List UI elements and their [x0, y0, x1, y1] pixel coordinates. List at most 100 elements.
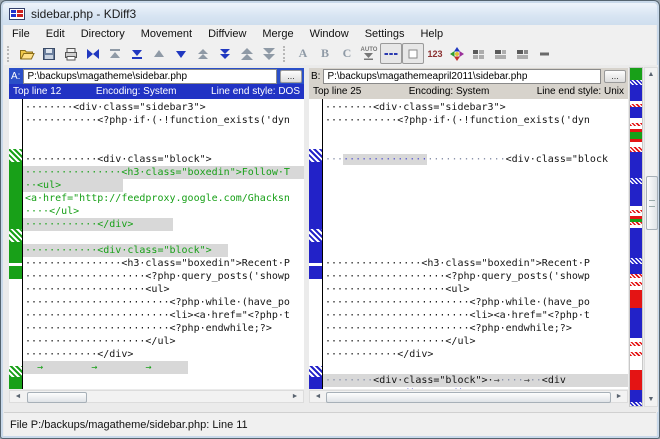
menu-help[interactable]: Help: [412, 27, 451, 41]
diff-indicator-segment: [309, 366, 322, 377]
next-conflict-icon: [220, 48, 230, 59]
goto-next-unsolved-button[interactable]: [258, 43, 280, 64]
overview-bar: [630, 352, 642, 356]
show-window-c-button[interactable]: [512, 43, 534, 64]
vscroll-up-arrow[interactable]: ▲: [645, 68, 657, 81]
toolbar-grip[interactable]: [7, 45, 13, 62]
code-line: ············<?php·if·(·!function_exists(…: [325, 115, 590, 126]
split-orientation-button[interactable]: [446, 43, 468, 64]
overview-bar: [630, 123, 642, 126]
pane-b-browse-button[interactable]: ...: [604, 69, 626, 83]
code-line: ········<div·class="sidebar3">: [325, 102, 506, 113]
auto-advance-button[interactable]: AUTO: [358, 43, 380, 64]
code-line: ························<?php·while·(hav…: [25, 297, 290, 308]
save-button[interactable]: [38, 43, 60, 64]
toolbar-grip[interactable]: [283, 45, 289, 62]
overview-toggle-button[interactable]: [534, 43, 556, 64]
status-bar: File P:/backups/magatheme/sidebar.php: L…: [4, 412, 656, 436]
vscroll-thumb[interactable]: [646, 176, 658, 230]
overview-bar: [630, 370, 642, 390]
pane-a-line-end: Line end style: DOS: [211, 86, 300, 97]
print-button[interactable]: [60, 43, 82, 64]
select-b-button[interactable]: B: [314, 43, 336, 64]
show-whitespace-chars-button[interactable]: [380, 43, 402, 64]
overview-bar: [630, 282, 642, 286]
open-button[interactable]: [16, 43, 38, 64]
show-window-b-button[interactable]: [490, 43, 512, 64]
pane-b-top-line: Top line 25: [313, 86, 362, 97]
hscroll-a-thumb[interactable]: [27, 392, 87, 403]
code-line: ······························<div·class…: [325, 154, 608, 165]
diff-indicator-segment: [9, 162, 22, 229]
menu-merge[interactable]: Merge: [254, 27, 301, 41]
diff-indicator-segment: [9, 366, 22, 377]
goto-prev-unsolved-button[interactable]: [236, 43, 258, 64]
overview-bar: [630, 290, 642, 308]
select-c-button[interactable]: C: [336, 43, 358, 64]
pane-a-text-area[interactable]: ········<div·class="sidebar3"> ··········…: [22, 99, 304, 389]
goto-prev-conflict-button[interactable]: [192, 43, 214, 64]
overview-bar: [630, 210, 642, 213]
menu-edit[interactable]: Edit: [38, 27, 73, 41]
code-line: → → →: [23, 361, 304, 374]
goto-last-delta-button[interactable]: [126, 43, 148, 64]
pane-a-path-input[interactable]: [23, 68, 277, 84]
pane-b-header: B: ...: [309, 68, 628, 84]
pane-a-hscrollbar[interactable]: ◄ ►: [9, 390, 304, 403]
menu-file[interactable]: File: [4, 27, 38, 41]
diff-indicator-segment: [309, 242, 322, 263]
code-line: ········<div·class="block">·→····→··<div: [323, 374, 628, 387]
last-delta-icon: [132, 49, 142, 59]
window-layout-c-icon: [517, 49, 528, 59]
menu-bar: File Edit Directory Movement Diffview Merge Wi…: [4, 25, 656, 43]
next-unsolved-icon: [263, 47, 275, 60]
status-text: File P:/backups/magatheme/sidebar.php: L…: [10, 418, 248, 431]
show-window-a-button[interactable]: [468, 43, 490, 64]
code-line: ············<?php·if·(·!function_exists(…: [25, 115, 290, 126]
diff-content-area: A: ... Top line 12 Encoding: System Line…: [4, 65, 658, 412]
code-line: ····</ul>: [25, 206, 80, 217]
diff-overview-column[interactable]: [629, 67, 643, 407]
diff-indicator-segment: [9, 242, 22, 263]
pane-b-text-area[interactable]: ········<div·class="sidebar3"> ··········…: [322, 99, 628, 389]
show-whitespace-button[interactable]: [402, 43, 424, 64]
code-line: ············<div·class="block">: [25, 154, 212, 165]
vertical-scrollbar[interactable]: ▲ ▼: [644, 67, 658, 407]
window-layout-a-icon: [473, 49, 484, 59]
goto-prev-delta-button[interactable]: [148, 43, 170, 64]
overview-bar: [630, 184, 642, 206]
goto-next-delta-button[interactable]: [170, 43, 192, 64]
menu-settings[interactable]: Settings: [357, 27, 413, 41]
hscroll-b-right-arrow[interactable]: ►: [612, 391, 626, 402]
show-line-numbers-button[interactable]: 123: [424, 43, 446, 64]
first-delta-icon: [110, 48, 120, 58]
select-a-button[interactable]: A: [292, 43, 314, 64]
menu-directory[interactable]: Directory: [73, 27, 133, 41]
menu-diffview[interactable]: Diffview: [200, 27, 254, 41]
hscroll-a-left-arrow[interactable]: ◄: [11, 391, 25, 402]
menu-movement[interactable]: Movement: [133, 27, 200, 41]
pane-a-info-bar: Top line 12 Encoding: System Line end st…: [9, 84, 304, 99]
goto-current-delta-button[interactable]: [82, 43, 104, 64]
pane-a-browse-button[interactable]: ...: [280, 69, 302, 83]
title-bar[interactable]: sidebar.php - KDiff3: [3, 3, 657, 25]
menu-window[interactable]: Window: [302, 27, 357, 41]
overview-bar: [630, 107, 642, 118]
hscroll-b-left-arrow[interactable]: ◄: [311, 391, 325, 402]
pane-a-header: A: ...: [9, 68, 304, 84]
vscroll-down-arrow[interactable]: ▼: [645, 393, 657, 406]
hscroll-b-thumb[interactable]: [326, 392, 611, 403]
goto-first-delta-button[interactable]: [104, 43, 126, 64]
goto-next-conflict-button[interactable]: [214, 43, 236, 64]
diff-indicator-segment: [309, 377, 322, 389]
pane-b-path-input[interactable]: [323, 68, 601, 84]
code-line: ················<h3·class="boxedin">Rece…: [325, 258, 590, 269]
overview-bar: [630, 274, 642, 278]
auto-down-arrow-icon: [364, 53, 374, 60]
hscroll-a-right-arrow[interactable]: ►: [288, 391, 302, 402]
pane-b-hscrollbar[interactable]: ◄ ►: [309, 390, 628, 403]
